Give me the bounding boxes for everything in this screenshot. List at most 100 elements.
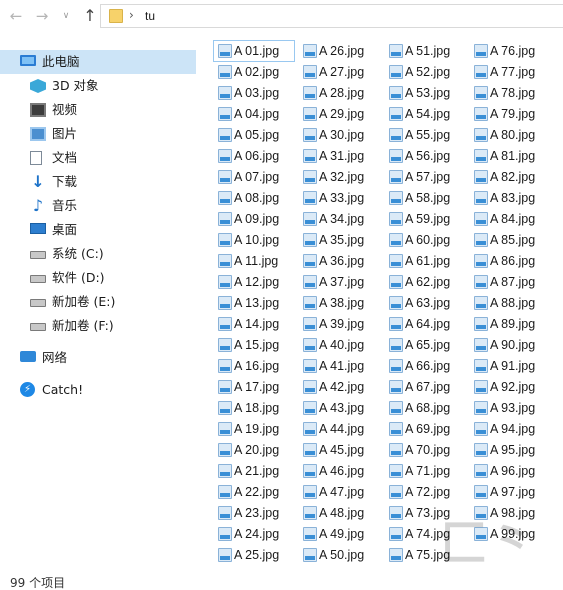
file-item[interactable]: A 77.jpg: [470, 62, 550, 82]
file-item[interactable]: A 88.jpg: [470, 293, 550, 313]
file-item[interactable]: A 47.jpg: [299, 482, 379, 502]
breadcrumb-separator-icon[interactable]: ›: [129, 8, 134, 22]
file-item[interactable]: A 35.jpg: [299, 230, 379, 250]
file-item[interactable]: A 04.jpg: [214, 104, 294, 124]
sidebar-item-11[interactable]: 新加卷 (F:): [30, 314, 196, 338]
file-item[interactable]: A 02.jpg: [214, 62, 294, 82]
file-item[interactable]: A 97.jpg: [470, 482, 550, 502]
file-item[interactable]: A 84.jpg: [470, 209, 550, 229]
file-item[interactable]: A 50.jpg: [299, 545, 379, 565]
file-item[interactable]: A 18.jpg: [214, 398, 294, 418]
file-item[interactable]: A 07.jpg: [214, 167, 294, 187]
file-item[interactable]: A 33.jpg: [299, 188, 379, 208]
sidebar-item-0[interactable]: 此电脑: [0, 50, 196, 74]
sidebar-item-8[interactable]: 系统 (C:): [30, 242, 196, 266]
file-item[interactable]: A 26.jpg: [299, 41, 379, 61]
file-item[interactable]: A 89.jpg: [470, 314, 550, 334]
sidebar-item-4[interactable]: 文档: [30, 146, 196, 170]
file-item[interactable]: A 23.jpg: [214, 503, 294, 523]
file-item[interactable]: A 10.jpg: [214, 230, 294, 250]
recent-locations-chevron-icon[interactable]: ∨: [58, 8, 74, 24]
file-item[interactable]: A 70.jpg: [385, 440, 465, 460]
sidebar-item-1[interactable]: 3D 对象: [30, 74, 196, 98]
sidebar-item-6[interactable]: ♪ 音乐: [30, 194, 196, 218]
file-item[interactable]: A 54.jpg: [385, 104, 465, 124]
sidebar-item-10[interactable]: 新加卷 (E:): [30, 290, 196, 314]
file-item[interactable]: A 68.jpg: [385, 398, 465, 418]
file-item[interactable]: A 69.jpg: [385, 419, 465, 439]
file-item[interactable]: A 14.jpg: [214, 314, 294, 334]
file-item[interactable]: A 16.jpg: [214, 356, 294, 376]
file-item[interactable]: A 38.jpg: [299, 293, 379, 313]
file-item[interactable]: A 76.jpg: [470, 41, 550, 61]
file-item[interactable]: A 62.jpg: [385, 272, 465, 292]
file-item[interactable]: A 67.jpg: [385, 377, 465, 397]
file-item[interactable]: A 63.jpg: [385, 293, 465, 313]
file-item[interactable]: A 71.jpg: [385, 461, 465, 481]
file-item[interactable]: A 12.jpg: [214, 272, 294, 292]
file-item[interactable]: A 48.jpg: [299, 503, 379, 523]
vertical-scrollbar[interactable]: [552, 34, 563, 570]
file-item[interactable]: A 17.jpg: [214, 377, 294, 397]
file-item[interactable]: A 49.jpg: [299, 524, 379, 544]
file-item[interactable]: A 92.jpg: [470, 377, 550, 397]
file-item[interactable]: A 36.jpg: [299, 251, 379, 271]
file-item[interactable]: A 96.jpg: [470, 461, 550, 481]
file-item[interactable]: A 43.jpg: [299, 398, 379, 418]
file-item[interactable]: A 20.jpg: [214, 440, 294, 460]
file-item[interactable]: A 81.jpg: [470, 146, 550, 166]
file-item[interactable]: A 01.jpg: [213, 40, 295, 62]
file-item[interactable]: A 82.jpg: [470, 167, 550, 187]
file-item[interactable]: A 27.jpg: [299, 62, 379, 82]
file-item[interactable]: A 60.jpg: [385, 230, 465, 250]
forward-arrow-icon[interactable]: →: [34, 8, 50, 24]
file-item[interactable]: A 37.jpg: [299, 272, 379, 292]
up-arrow-icon[interactable]: ↑: [82, 8, 98, 24]
file-item[interactable]: A 57.jpg: [385, 167, 465, 187]
file-item[interactable]: A 03.jpg: [214, 83, 294, 103]
file-item[interactable]: A 39.jpg: [299, 314, 379, 334]
breadcrumb-current-folder[interactable]: tu: [145, 9, 155, 23]
file-item[interactable]: A 42.jpg: [299, 377, 379, 397]
file-item[interactable]: A 40.jpg: [299, 335, 379, 355]
file-item[interactable]: A 56.jpg: [385, 146, 465, 166]
file-item[interactable]: A 83.jpg: [470, 188, 550, 208]
file-item[interactable]: A 53.jpg: [385, 83, 465, 103]
back-arrow-icon[interactable]: ←: [8, 8, 24, 24]
file-item[interactable]: A 93.jpg: [470, 398, 550, 418]
sidebar-item-2[interactable]: 视频: [30, 98, 196, 122]
file-item[interactable]: A 91.jpg: [470, 356, 550, 376]
file-item[interactable]: A 55.jpg: [385, 125, 465, 145]
file-item[interactable]: A 78.jpg: [470, 83, 550, 103]
file-item[interactable]: A 94.jpg: [470, 419, 550, 439]
file-item[interactable]: A 13.jpg: [214, 293, 294, 313]
file-item[interactable]: A 86.jpg: [470, 251, 550, 271]
file-item[interactable]: A 09.jpg: [214, 209, 294, 229]
file-item[interactable]: A 06.jpg: [214, 146, 294, 166]
file-item[interactable]: A 31.jpg: [299, 146, 379, 166]
sidebar-item-13[interactable]: ⚡ Catch!: [20, 378, 196, 402]
file-item[interactable]: A 30.jpg: [299, 125, 379, 145]
file-item[interactable]: A 87.jpg: [470, 272, 550, 292]
file-item[interactable]: A 32.jpg: [299, 167, 379, 187]
sidebar-item-7[interactable]: 桌面: [30, 218, 196, 242]
file-item[interactable]: A 34.jpg: [299, 209, 379, 229]
file-item[interactable]: A 22.jpg: [214, 482, 294, 502]
sidebar-item-12[interactable]: 网络: [20, 346, 196, 370]
file-item[interactable]: A 08.jpg: [214, 188, 294, 208]
file-item[interactable]: A 65.jpg: [385, 335, 465, 355]
sidebar-item-5[interactable]: ↓ 下载: [30, 170, 196, 194]
file-item[interactable]: A 24.jpg: [214, 524, 294, 544]
file-item[interactable]: A 15.jpg: [214, 335, 294, 355]
file-item[interactable]: A 25.jpg: [214, 545, 294, 565]
file-item[interactable]: A 29.jpg: [299, 104, 379, 124]
file-item[interactable]: A 44.jpg: [299, 419, 379, 439]
sidebar-item-3[interactable]: 图片: [30, 122, 196, 146]
file-item[interactable]: A 79.jpg: [470, 104, 550, 124]
file-item[interactable]: A 52.jpg: [385, 62, 465, 82]
address-bar[interactable]: › tu: [100, 4, 563, 28]
file-item[interactable]: A 41.jpg: [299, 356, 379, 376]
file-item[interactable]: A 85.jpg: [470, 230, 550, 250]
file-item[interactable]: A 80.jpg: [470, 125, 550, 145]
file-item[interactable]: A 05.jpg: [214, 125, 294, 145]
